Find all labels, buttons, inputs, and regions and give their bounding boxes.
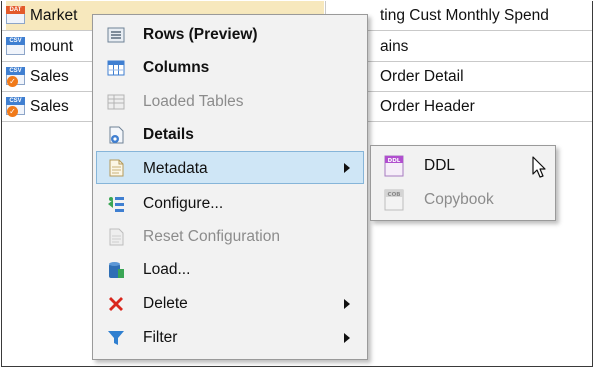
rows-preview-icon [106,25,126,45]
submenu-item-label: DDL [424,156,456,174]
ddl-file-icon: DDL [384,155,404,177]
menu-item-label: Rows (Preview) [143,25,258,43]
csv-loaded-file-icon: CSV ✓ [6,66,26,87]
menu-item-columns[interactable]: Columns [96,51,364,84]
submenu-item-ddl[interactable]: DDL DDL [374,149,552,182]
menu-item-label: Configure... [143,194,224,212]
submenu-arrow-icon [344,333,350,343]
copybook-file-icon: COB [384,189,404,211]
description-cell[interactable]: Order Detail [380,62,464,91]
metadata-submenu: DDL DDL COB Copybook [370,145,556,221]
csv-file-icon: CSV [6,36,26,57]
menu-item-label: Filter [143,328,178,346]
delete-icon [106,294,126,314]
menu-item-configure[interactable]: Configure... [96,187,364,220]
menu-item-label: Metadata [143,159,208,177]
menu-item-label: Details [143,125,194,143]
menu-item-load[interactable]: Load... [96,253,364,286]
table-name: mount [30,37,74,55]
menu-item-label: Reset Configuration [143,227,280,245]
submenu-item-copybook[interactable]: COB Copybook [374,183,552,216]
menu-item-label: Loaded Tables [143,92,244,110]
reset-configuration-icon [106,227,126,247]
menu-item-label: Delete [143,294,188,312]
table-name: Market [30,6,78,24]
menu-item-details[interactable]: Details [96,118,364,151]
menu-item-label: Load... [143,260,191,278]
svg-text:COB: COB [388,192,401,198]
submenu-arrow-icon [344,163,350,173]
menu-item-rows-preview[interactable]: Rows (Preview) [96,18,364,51]
details-icon [106,125,126,145]
description-cell[interactable]: Order Header [380,92,475,121]
configure-icon [106,194,126,214]
menu-item-filter[interactable]: Filter [96,321,364,354]
table-name: Sales [30,97,69,115]
submenu-item-label: Copybook [424,190,494,208]
menu-item-reset-configuration[interactable]: Reset Configuration [96,220,364,253]
submenu-arrow-icon [344,299,350,309]
menu-item-loaded-tables[interactable]: Loaded Tables [96,85,364,118]
menu-item-delete[interactable]: Delete [96,287,364,320]
metadata-icon [106,158,126,178]
csv-loaded-file-icon: CSV ✓ [6,96,26,117]
context-menu: Rows (Preview) Columns Loaded Tables Det… [92,14,368,360]
dat-file-icon: DAT [6,5,26,26]
columns-icon [106,58,126,78]
svg-text:DDL: DDL [388,158,401,164]
filter-icon [106,328,126,348]
mouse-cursor-icon [532,156,546,178]
menu-item-metadata[interactable]: Metadata [96,151,364,184]
description-cell[interactable]: ting Cust Monthly Spend [380,1,549,30]
description-cell[interactable]: ains [380,32,408,61]
load-icon [106,260,126,280]
table-name: Sales [30,67,69,85]
loaded-tables-icon [106,92,126,112]
menu-item-label: Columns [143,58,210,76]
